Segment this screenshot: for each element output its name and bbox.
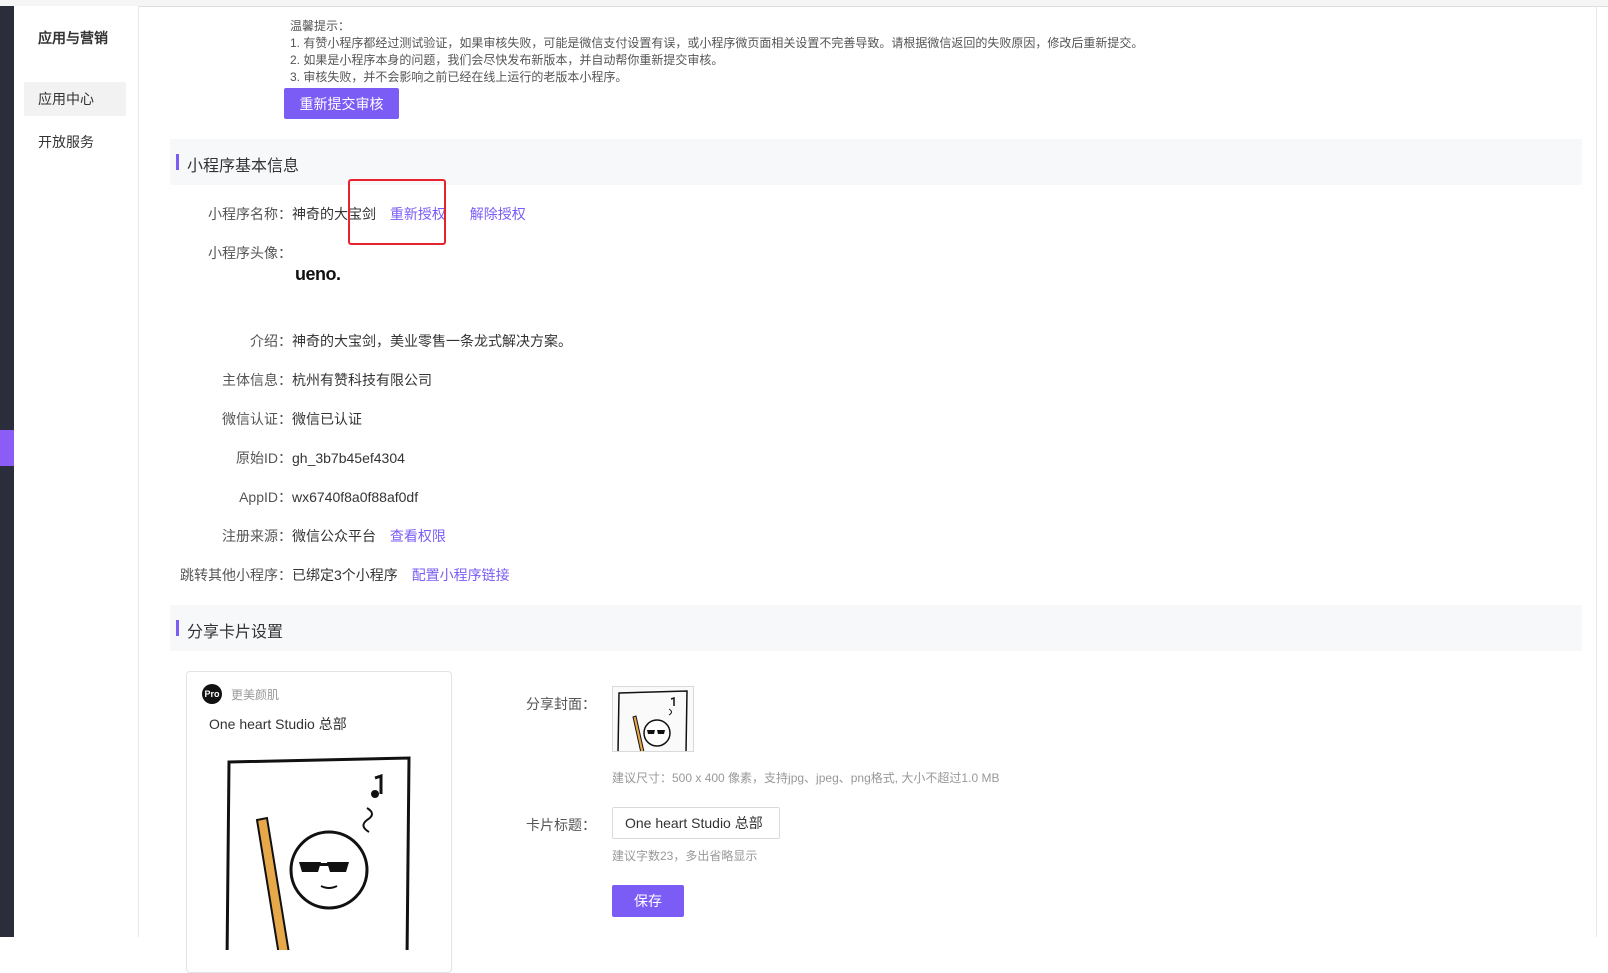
info-row-source: 注册来源： 微信公众平台 查看权限: [138, 526, 738, 546]
info-row-avatar: 小程序头像：: [138, 243, 738, 263]
cover-label: 分享封面：: [526, 696, 596, 712]
share-card-section-header: 分享卡片设置: [170, 605, 1582, 651]
wechat-cert-value: 微信已认证: [292, 411, 362, 427]
section-accent-bar: [176, 620, 179, 636]
secondary-sidebar: 应用与营销 应用中心 开放服务: [14, 6, 139, 937]
main-content: 温馨提示： 1. 有赞小程序都经过测试验证，如果审核失败，可能是微信支付设置有误…: [138, 6, 1596, 973]
highlight-box: [348, 179, 446, 245]
section-accent-bar: [176, 154, 179, 170]
jump-value-group: 已绑定3个小程序 配置小程序链接: [292, 565, 510, 585]
deauthorize-link[interactable]: 解除授权: [470, 206, 526, 222]
primary-nav-active-indicator[interactable]: [0, 430, 14, 466]
preview-illustration: [225, 756, 411, 950]
card-title-input[interactable]: [612, 807, 780, 839]
entity-label: 主体信息：: [222, 372, 292, 388]
info-row-appid: AppID： wx6740f8a0f88af0df: [138, 487, 738, 507]
jump-value: 已绑定3个小程序: [292, 567, 398, 583]
name-label: 小程序名称：: [208, 206, 292, 222]
avatar-label: 小程序头像：: [208, 245, 292, 261]
wechat-cert-label: 微信认证：: [222, 411, 292, 427]
info-row-wechat-cert: 微信认证： 微信已认证: [138, 409, 738, 429]
appid-value: wx6740f8a0f88af0df: [292, 489, 419, 505]
jump-label: 跳转其他小程序：: [180, 567, 292, 583]
primary-nav-rail: [0, 6, 14, 937]
tips-block: 温馨提示： 1. 有赞小程序都经过测试验证，如果审核失败，可能是微信支付设置有误…: [290, 18, 1143, 86]
original-id-value: gh_3b7b45ef4304: [292, 450, 405, 466]
section-title: 分享卡片设置: [187, 624, 284, 641]
entity-value: 杭州有赞科技有限公司: [292, 372, 432, 388]
sidebar-item-app-center[interactable]: 应用中心: [24, 82, 126, 116]
share-card-preview: Pro 更美颜肌 One heart Studio 总部: [186, 671, 452, 973]
info-row-entity: 主体信息： 杭州有赞科技有限公司: [138, 370, 738, 390]
config-miniprogram-link[interactable]: 配置小程序链接: [412, 567, 510, 583]
section-title: 小程序基本信息: [187, 158, 300, 175]
source-value-group: 微信公众平台 查看权限: [292, 526, 446, 546]
share-cover-thumbnail[interactable]: [612, 686, 694, 752]
avatar-logo: ueno.: [295, 264, 341, 284]
view-permissions-link[interactable]: 查看权限: [390, 528, 446, 544]
info-row-intro: 介绍： 神奇的大宝剑，美业零售一条龙式解决方案。: [138, 331, 838, 351]
preview-title: One heart Studio 总部: [209, 716, 347, 732]
source-label: 注册来源：: [222, 528, 292, 544]
intro-value: 神奇的大宝剑，美业零售一条龙式解决方案。: [292, 333, 572, 349]
info-row-original-id: 原始ID： gh_3b7b45ef4304: [138, 448, 738, 468]
card-title-hint: 建议字数23，多出省略显示: [612, 849, 758, 863]
tips-heading: 温馨提示：: [290, 19, 351, 33]
sidebar-title: 应用与营销: [38, 30, 108, 46]
cover-illustration: [617, 690, 688, 751]
card-title-label: 卡片标题：: [526, 817, 596, 833]
sidebar-item-open-services[interactable]: 开放服务: [24, 125, 126, 159]
original-id-label: 原始ID：: [236, 450, 292, 466]
tips-line: 3. 审核失败，并不会影响之前已经在线上运行的老版本小程序。: [290, 70, 628, 84]
info-row-jump: 跳转其他小程序： 已绑定3个小程序 配置小程序链接: [138, 565, 738, 585]
appid-label: AppID：: [239, 489, 292, 505]
save-button[interactable]: 保存: [612, 885, 684, 917]
tips-line: 1. 有赞小程序都经过测试验证，如果审核失败，可能是微信支付设置有误，或小程序微…: [290, 36, 1144, 50]
pro-badge: Pro: [202, 684, 222, 704]
scrollbar-track[interactable]: [1596, 6, 1597, 937]
source-value: 微信公众平台: [292, 528, 376, 544]
tips-line: 2. 如果是小程序本身的问题，我们会尽快发布新版本，并自动帮你重新提交审核。: [290, 53, 724, 67]
resubmit-review-button[interactable]: 重新提交审核: [284, 88, 399, 119]
cover-hint: 建议尺寸：500 x 400 像素，支持jpg、jpeg、png格式, 大小不超…: [612, 771, 1000, 785]
intro-label: 介绍：: [250, 333, 292, 349]
preview-brand: 更美颜肌: [231, 688, 280, 702]
